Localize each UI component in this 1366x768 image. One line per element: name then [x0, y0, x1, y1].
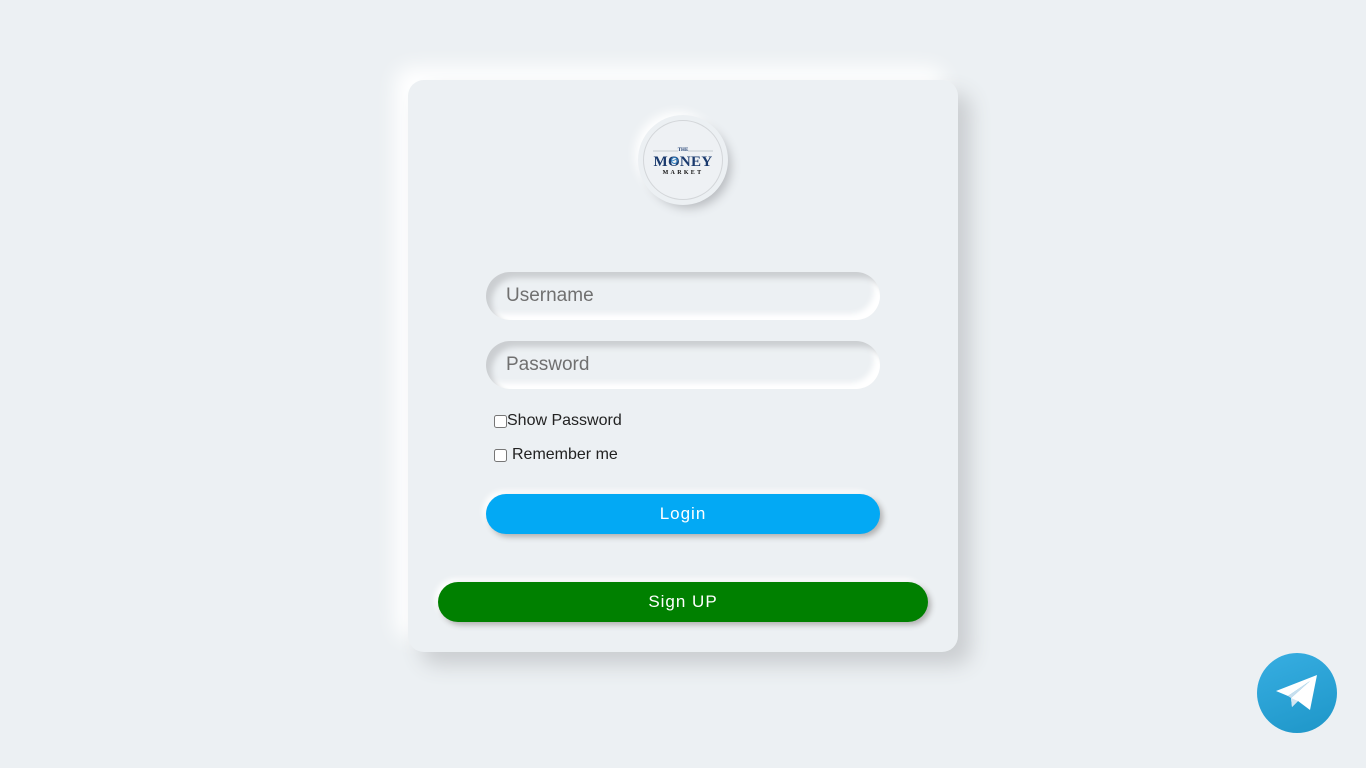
money-market-logo-icon: THE MONEY MARKET: [653, 148, 713, 176]
show-password-row[interactable]: Show Password: [494, 412, 622, 430]
svg-text:MARKET: MARKET: [663, 170, 704, 176]
login-card: THE MONEY MARKET Show Password Remember …: [408, 80, 958, 652]
signup-button[interactable]: Sign UP: [438, 582, 928, 622]
remember-me-checkbox[interactable]: [494, 448, 507, 462]
login-button[interactable]: Login: [486, 494, 880, 534]
remember-me-label: Remember me: [512, 446, 618, 463]
svg-text:THE: THE: [678, 148, 689, 153]
money-market-logo: THE MONEY MARKET: [643, 120, 723, 200]
username-input[interactable]: [486, 272, 880, 320]
telegram-icon: [1276, 675, 1317, 710]
show-password-label: Show Password: [507, 412, 622, 429]
svg-text:MONEY: MONEY: [654, 154, 713, 170]
logo-badge: THE MONEY MARKET: [641, 118, 725, 202]
telegram-button[interactable]: [1257, 653, 1337, 733]
show-password-checkbox[interactable]: [494, 414, 507, 428]
remember-me-row[interactable]: Remember me: [494, 446, 618, 464]
password-input[interactable]: [486, 341, 880, 389]
